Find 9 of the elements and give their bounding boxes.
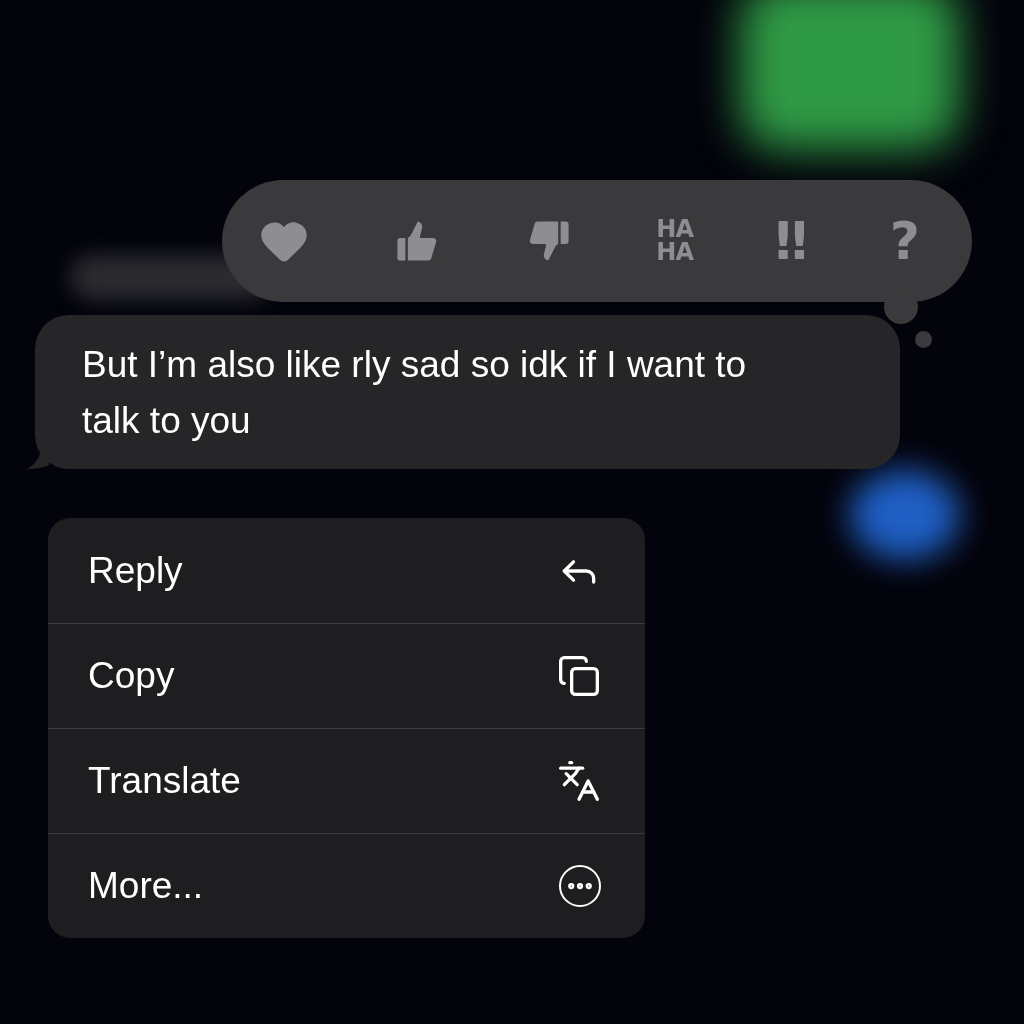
message-text: But I’m also like rly sad so idk if I want to talk to you bbox=[82, 344, 747, 441]
menu-item[interactable]: Copy bbox=[48, 623, 645, 728]
translate-icon bbox=[557, 759, 601, 803]
bubble-tail-dot bbox=[915, 331, 932, 348]
menu-item[interactable]: Reply bbox=[48, 518, 645, 623]
more-icon bbox=[559, 865, 601, 907]
copy-icon bbox=[557, 654, 601, 698]
menu-item[interactable]: More... bbox=[48, 833, 645, 938]
menu-item[interactable]: Translate bbox=[48, 728, 645, 833]
